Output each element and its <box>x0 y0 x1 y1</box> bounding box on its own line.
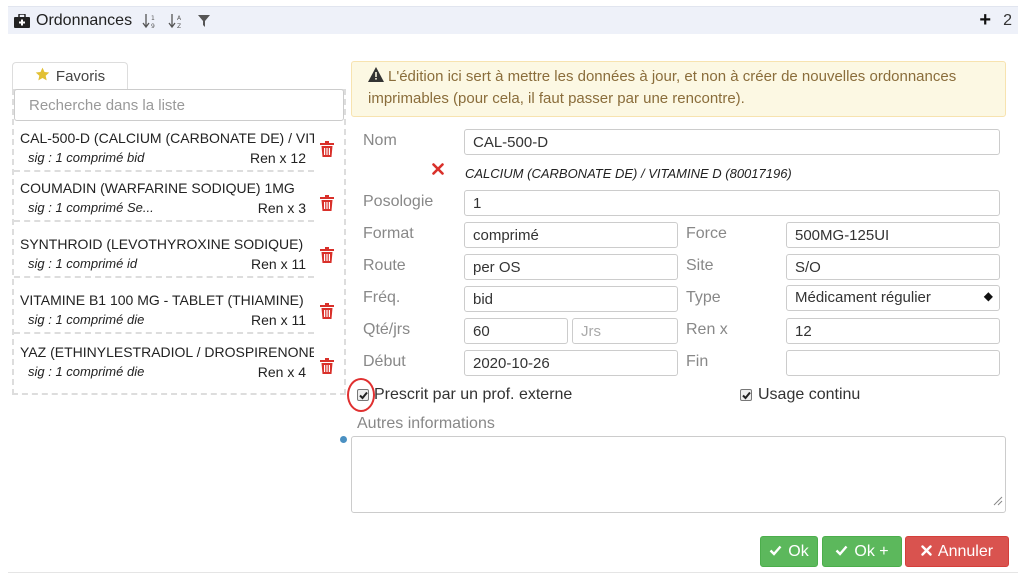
trash-icon[interactable] <box>320 358 334 374</box>
force-label: Force <box>686 225 727 242</box>
qte-label: Qté/jrs <box>363 321 411 338</box>
posologie-label: Posologie <box>363 193 434 210</box>
favorite-item-ren: Ren x 4 <box>257 364 306 380</box>
favorite-item-sig: sig : 1 comprimé Se... <box>28 200 154 215</box>
filter-icon[interactable] <box>198 14 211 27</box>
format-label: Format <box>363 225 414 242</box>
type-select-value: Médicament régulier <box>795 289 931 306</box>
cancel-button-label: Annuler <box>937 542 994 560</box>
resize-grip-icon[interactable] <box>993 493 1003 510</box>
autres-textarea[interactable] <box>351 436 1006 513</box>
type-select[interactable]: Médicament régulier ◆ <box>786 285 1000 311</box>
select-arrows-icon: ◆ <box>983 289 993 303</box>
force-input[interactable]: 500MG-125UI <box>786 222 1000 248</box>
favorite-item-name: CAL-500-D (CALCIUM (CARBONATE DE) / VITA… <box>20 130 314 146</box>
site-label: Site <box>686 257 714 274</box>
favorite-item-name: YAZ (ETHINYLESTRADIOL / DROSPIRENONE) <box>20 344 314 360</box>
favorite-item-name: SYNTHROID (LEVOTHYROXINE SODIQUE) <box>20 236 304 252</box>
fin-input[interactable] <box>786 350 1000 376</box>
warning-text: L'édition ici sert à mettre les données … <box>368 68 957 107</box>
debut-label: Début <box>363 353 406 370</box>
ok-plus-button[interactable]: Ok + <box>822 536 902 567</box>
favorite-item[interactable]: SYNTHROID (LEVOTHYROXINE SODIQUE) sig : … <box>14 230 314 278</box>
drug-full-name: CALCIUM (CARBONATE DE) / VITAMINE D (800… <box>465 166 792 181</box>
ok-plus-button-label: Ok + <box>854 542 889 560</box>
page-title: Ordonnances <box>36 11 133 29</box>
debut-input[interactable]: 2020-10-26 <box>464 350 678 376</box>
favorite-item-ren: Ren x 11 <box>251 256 306 272</box>
jrs-input[interactable]: Jrs <box>572 318 678 344</box>
svg-text:Z: Z <box>177 23 181 29</box>
warning-alert: L'édition ici sert à mettre les données … <box>351 61 1006 117</box>
warning-icon <box>368 67 384 89</box>
format-input[interactable]: comprimé <box>464 222 678 248</box>
posologie-input[interactable]: 1 <box>464 190 1000 216</box>
medical-kit-icon <box>12 11 32 31</box>
favorite-item[interactable]: YAZ (ETHINYLESTRADIOL / DROSPIRENONE) si… <box>14 338 314 386</box>
svg-text:9: 9 <box>151 23 155 29</box>
info-icon <box>340 436 347 443</box>
nom-input[interactable]: CAL-500-D <box>464 129 1000 155</box>
prescription-count: 2 <box>1003 11 1012 29</box>
prescrit-label: Prescrit par un prof. externe <box>374 386 573 403</box>
favorite-item-sig: sig : 1 comprimé die <box>28 312 145 327</box>
fin-label: Fin <box>686 353 709 370</box>
favorite-item-ren: Ren x 3 <box>257 200 306 216</box>
svg-text:A: A <box>177 15 182 22</box>
favorite-item-ren: Ren x 12 <box>249 150 306 166</box>
prescrit-checkbox[interactable] <box>357 389 369 401</box>
divider <box>8 572 1018 573</box>
freq-label: Fréq. <box>363 289 401 306</box>
trash-icon[interactable] <box>320 303 334 319</box>
qte-input[interactable]: 60 <box>464 318 568 344</box>
sort-alpha-icon[interactable]: AZ <box>168 13 184 29</box>
type-label: Type <box>686 289 721 306</box>
clear-icon[interactable] <box>432 162 444 175</box>
route-label: Route <box>363 257 406 274</box>
favorite-item[interactable]: VITAMINE B1 100 MG - TABLET (THIAMINE) s… <box>14 286 314 334</box>
favorite-item-sig: sig : 1 comprimé die <box>28 364 145 379</box>
site-input[interactable]: S/O <box>786 254 1000 280</box>
autres-label: Autres informations <box>357 415 495 432</box>
favorites-search-input[interactable] <box>14 89 344 121</box>
panel-header: Ordonnances 19 AZ + 2 <box>8 6 1018 34</box>
trash-icon[interactable] <box>320 247 334 263</box>
tab-favoris-label: Favoris <box>55 68 106 85</box>
star-icon <box>35 67 50 86</box>
nom-label: Nom <box>363 132 397 149</box>
ok-button[interactable]: Ok <box>760 536 818 567</box>
favorite-item-name: COUMADIN (WARFARINE SODIQUE) 1MG <box>20 180 295 196</box>
ren-label: Ren x <box>686 321 728 338</box>
sort-numeric-icon[interactable]: 19 <box>142 13 158 29</box>
ok-button-label: Ok <box>788 542 809 560</box>
favorite-item[interactable]: CAL-500-D (CALCIUM (CARBONATE DE) / VITA… <box>14 124 314 172</box>
trash-icon[interactable] <box>320 195 334 211</box>
close-icon <box>921 543 932 561</box>
usage-label: Usage continu <box>758 386 861 403</box>
check-icon <box>769 543 782 561</box>
favorite-item-ren: Ren x 11 <box>251 312 306 328</box>
trash-icon[interactable] <box>320 141 334 157</box>
ren-input[interactable]: 12 <box>786 318 1000 344</box>
favorite-item[interactable]: COUMADIN (WARFARINE SODIQUE) 1MG sig : 1… <box>14 174 314 222</box>
route-input[interactable]: per OS <box>464 254 678 280</box>
cancel-button[interactable]: Annuler <box>905 536 1009 567</box>
freq-input[interactable]: bid <box>464 286 678 312</box>
usage-checkbox[interactable] <box>740 389 752 401</box>
favorite-item-sig: sig : 1 comprimé bid <box>28 150 145 165</box>
favorite-item-sig: sig : 1 comprimé id <box>28 256 138 271</box>
tab-favoris[interactable]: Favoris <box>12 62 128 90</box>
check-icon <box>835 543 848 561</box>
add-icon[interactable]: + <box>979 9 991 32</box>
favorite-item-name: VITAMINE B1 100 MG - TABLET (THIAMINE) <box>20 292 304 308</box>
svg-text:1: 1 <box>151 15 155 22</box>
